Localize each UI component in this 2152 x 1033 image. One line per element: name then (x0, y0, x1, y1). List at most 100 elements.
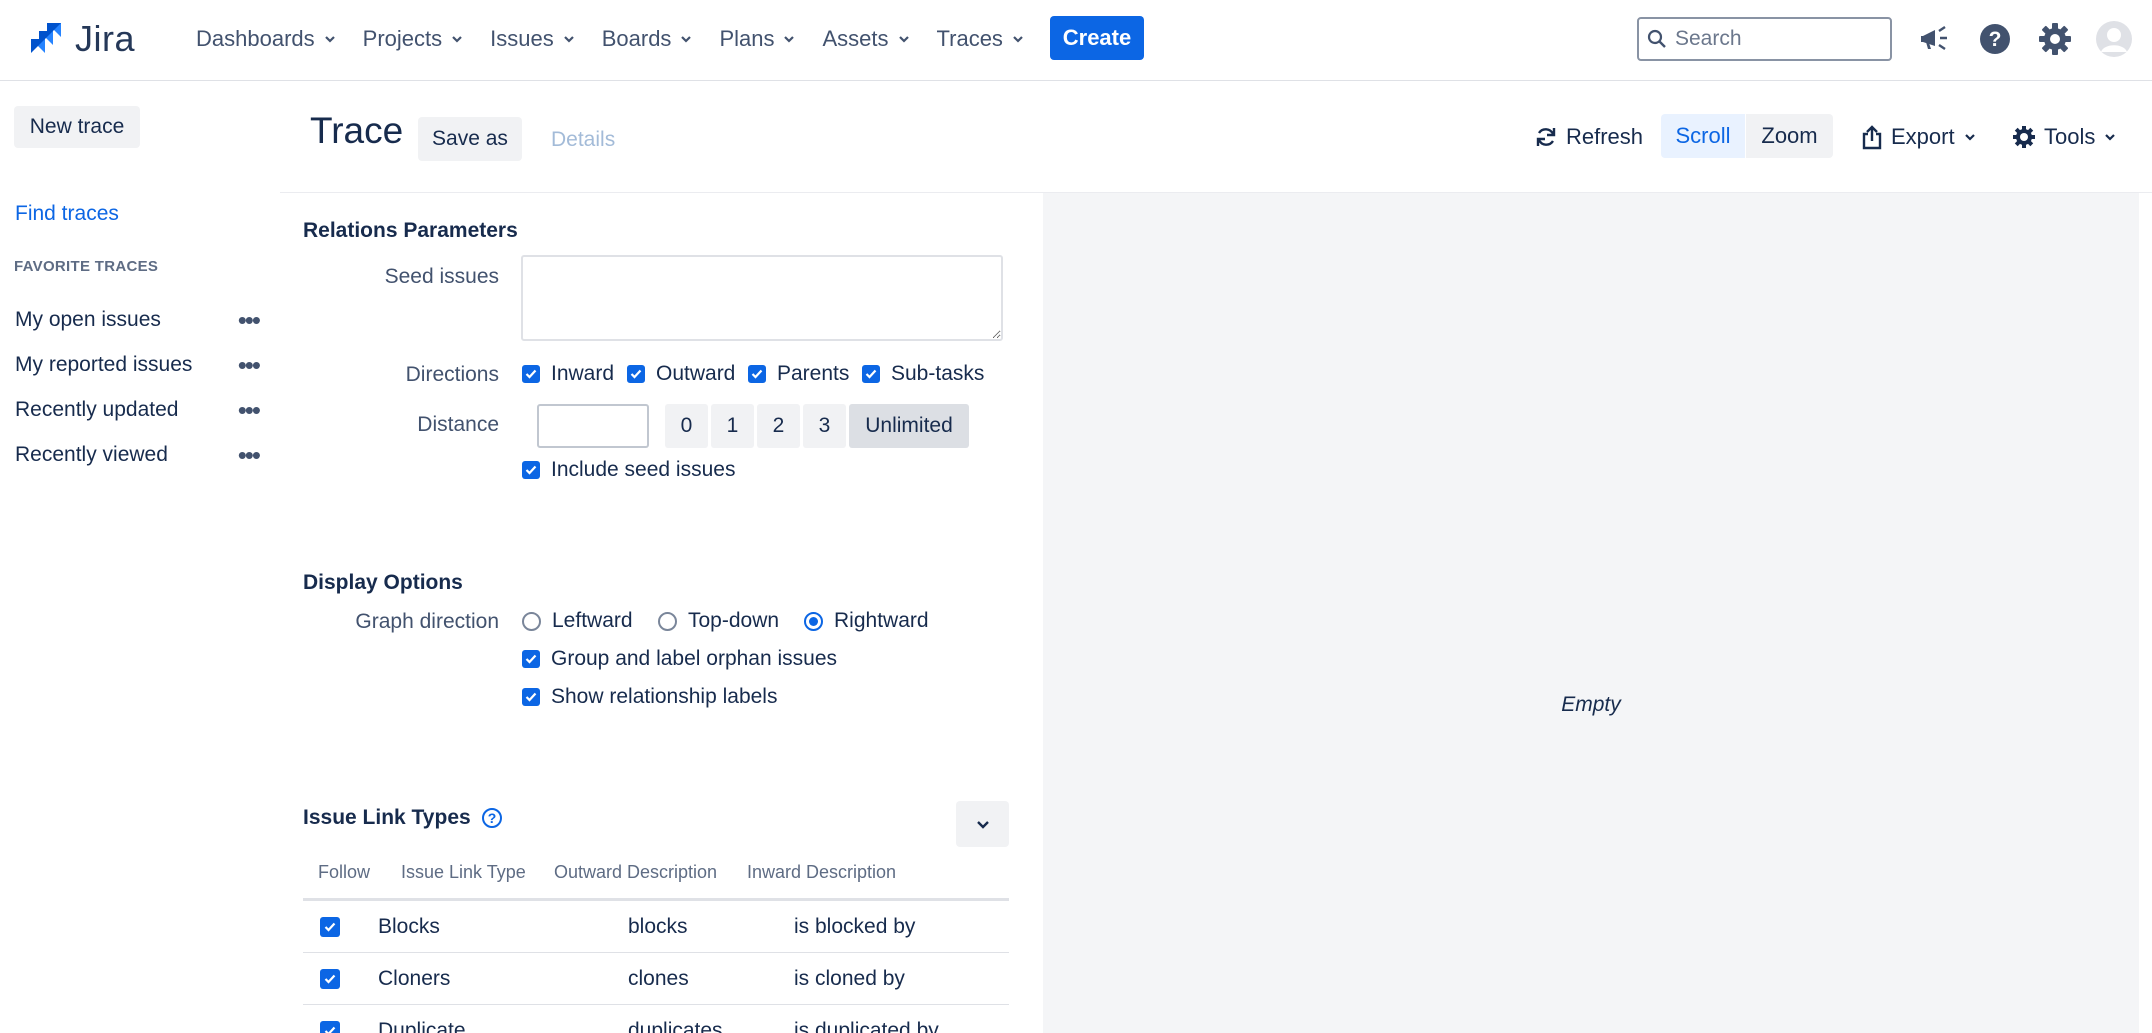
find-traces-link[interactable]: Find traces (15, 202, 119, 226)
direction-label: Sub-tasks (891, 362, 985, 385)
favorite-item[interactable]: Recently viewed ••• (15, 437, 265, 473)
tools-button[interactable]: Tools (2012, 115, 2117, 159)
distance-input[interactable] (537, 404, 649, 448)
graph-direction-rightward[interactable]: Rightward (804, 609, 929, 633)
export-button[interactable]: Export (1861, 115, 1977, 159)
nav-item-projects[interactable]: Projects (363, 26, 464, 52)
distance-option-0[interactable]: 0 (665, 404, 708, 448)
show-relationship-labels[interactable]: Show relationship labels (522, 685, 777, 709)
search-icon (1647, 29, 1666, 48)
nav-item-label: Boards (601, 25, 672, 51)
save-as-button[interactable]: Save as (418, 117, 522, 161)
direction-outward[interactable]: Outward (627, 362, 735, 386)
trace-graph-canvas[interactable]: Empty (1043, 193, 2139, 1033)
nav-item-label: Dashboards (196, 25, 315, 51)
group-orphans-label: Group and label orphan issues (551, 647, 838, 670)
more-options-icon[interactable]: ••• (238, 307, 265, 333)
follow-cell[interactable] (320, 901, 351, 953)
scroll-mode-button[interactable]: Scroll (1661, 114, 1745, 158)
checkbox-checked-icon[interactable] (320, 917, 340, 937)
inward-cell: is duplicated by (794, 1019, 939, 1033)
help-circle-icon[interactable]: ? (481, 807, 503, 829)
details-link[interactable]: Details (551, 128, 615, 152)
favorite-item-label: My open issues (15, 308, 161, 331)
directions-label: Directions (405, 363, 499, 386)
search-input[interactable] (1675, 27, 1875, 51)
favorite-item-label: My reported issues (15, 353, 193, 376)
seed-issues-input[interactable] (521, 255, 1003, 341)
svg-text:?: ? (1989, 28, 2002, 51)
nav-item-issues[interactable]: Issues (490, 26, 576, 52)
follow-cell[interactable] (320, 1005, 351, 1033)
nav-item-boards[interactable]: Boards (602, 26, 694, 52)
zoom-mode-button[interactable]: Zoom (1746, 114, 1833, 158)
more-options-icon[interactable]: ••• (238, 442, 265, 468)
avatar[interactable] (2095, 20, 2133, 58)
table-row: Blocks blocks is blocked by (303, 901, 1009, 953)
jira-logo[interactable]: Jira (27, 18, 135, 60)
distance-option-2[interactable]: 2 (757, 404, 800, 448)
new-trace-button[interactable]: New trace (14, 106, 140, 148)
issue-link-types-title: Issue Link Types (303, 806, 471, 829)
link-type-cell: Blocks (378, 915, 440, 938)
nav-item-label: Assets (822, 25, 889, 51)
direction-parents[interactable]: Parents (748, 362, 849, 386)
graph-direction-leftward[interactable]: Leftward (522, 609, 633, 633)
graph-direction-top-down[interactable]: Top-down (658, 609, 779, 633)
empty-state-label: Empty (1561, 693, 1621, 716)
chevron-down-icon (1964, 134, 1975, 141)
inward-cell: is cloned by (794, 967, 905, 990)
distance-option-3[interactable]: 3 (803, 404, 846, 448)
group-orphan-issues[interactable]: Group and label orphan issues (522, 647, 837, 671)
checkbox-checked-icon[interactable] (522, 688, 540, 706)
direction-inward[interactable]: Inward (522, 362, 614, 386)
link-type-cell: Cloners (378, 967, 451, 990)
outward-cell: clones (628, 967, 689, 990)
radio-unselected-icon[interactable] (658, 611, 677, 631)
distance-option-1[interactable]: 1 (711, 404, 754, 448)
column-header-outward: Outward Description (554, 862, 718, 882)
checkbox-checked-icon[interactable] (748, 365, 766, 383)
checkbox-checked-icon[interactable] (627, 365, 645, 383)
favorite-item-label: Recently viewed (15, 443, 168, 466)
radio-selected-icon[interactable] (804, 611, 823, 631)
favorite-item[interactable]: My reported issues ••• (15, 347, 265, 383)
direction-sub-tasks[interactable]: Sub-tasks (862, 362, 984, 386)
nav-item-dashboards[interactable]: Dashboards (196, 26, 337, 52)
favorite-item-label: Recently updated (15, 398, 179, 421)
chevron-down-icon (2105, 134, 2116, 141)
favorite-item[interactable]: Recently updated ••• (15, 392, 265, 428)
radio-unselected-icon[interactable] (522, 611, 541, 631)
checkbox-checked-icon[interactable] (320, 969, 340, 989)
favorite-item[interactable]: My open issues ••• (15, 302, 265, 338)
nav-item-assets[interactable]: Assets (822, 26, 910, 52)
help-icon[interactable]: ? (1976, 20, 2014, 58)
table-row: Duplicate duplicates is duplicated by (303, 1005, 1009, 1033)
favorite-traces-header: FAVORITE TRACES (14, 258, 159, 275)
top-navigation: Jira Dashboards Projects Issues Boards P… (0, 0, 2152, 81)
search-box[interactable] (1637, 17, 1892, 61)
nav-item-label: Plans (719, 25, 775, 51)
tools-label: Tools (2044, 124, 2096, 149)
checkbox-checked-icon[interactable] (320, 1021, 340, 1033)
column-header-inward: Inward Description (747, 862, 897, 882)
nav-item-plans[interactable]: Plans (719, 26, 796, 52)
direction-label: Parents (777, 362, 850, 385)
nav-item-traces[interactable]: Traces (937, 26, 1025, 52)
checkbox-checked-icon[interactable] (522, 365, 540, 383)
chevron-down-icon (324, 35, 335, 43)
checkbox-checked-icon[interactable] (522, 461, 540, 479)
checkbox-checked-icon[interactable] (522, 650, 540, 668)
refresh-button[interactable]: Refresh (1534, 115, 1643, 159)
checkbox-checked-icon[interactable] (862, 365, 880, 383)
distance-option-unlimited[interactable]: Unlimited (849, 404, 969, 448)
column-header-link-type: Issue Link Type (401, 862, 526, 882)
chevron-down-icon (784, 35, 795, 43)
settings-gear-icon[interactable] (2036, 20, 2074, 58)
link-types-toggle-button[interactable] (956, 801, 1009, 847)
create-button[interactable]: Create (1050, 16, 1144, 60)
logo-text: Jira (75, 18, 136, 59)
notifications-megaphone-icon[interactable] (1915, 20, 1953, 58)
include-seed-issues[interactable]: Include seed issues (522, 458, 735, 482)
follow-cell[interactable] (320, 953, 351, 1005)
